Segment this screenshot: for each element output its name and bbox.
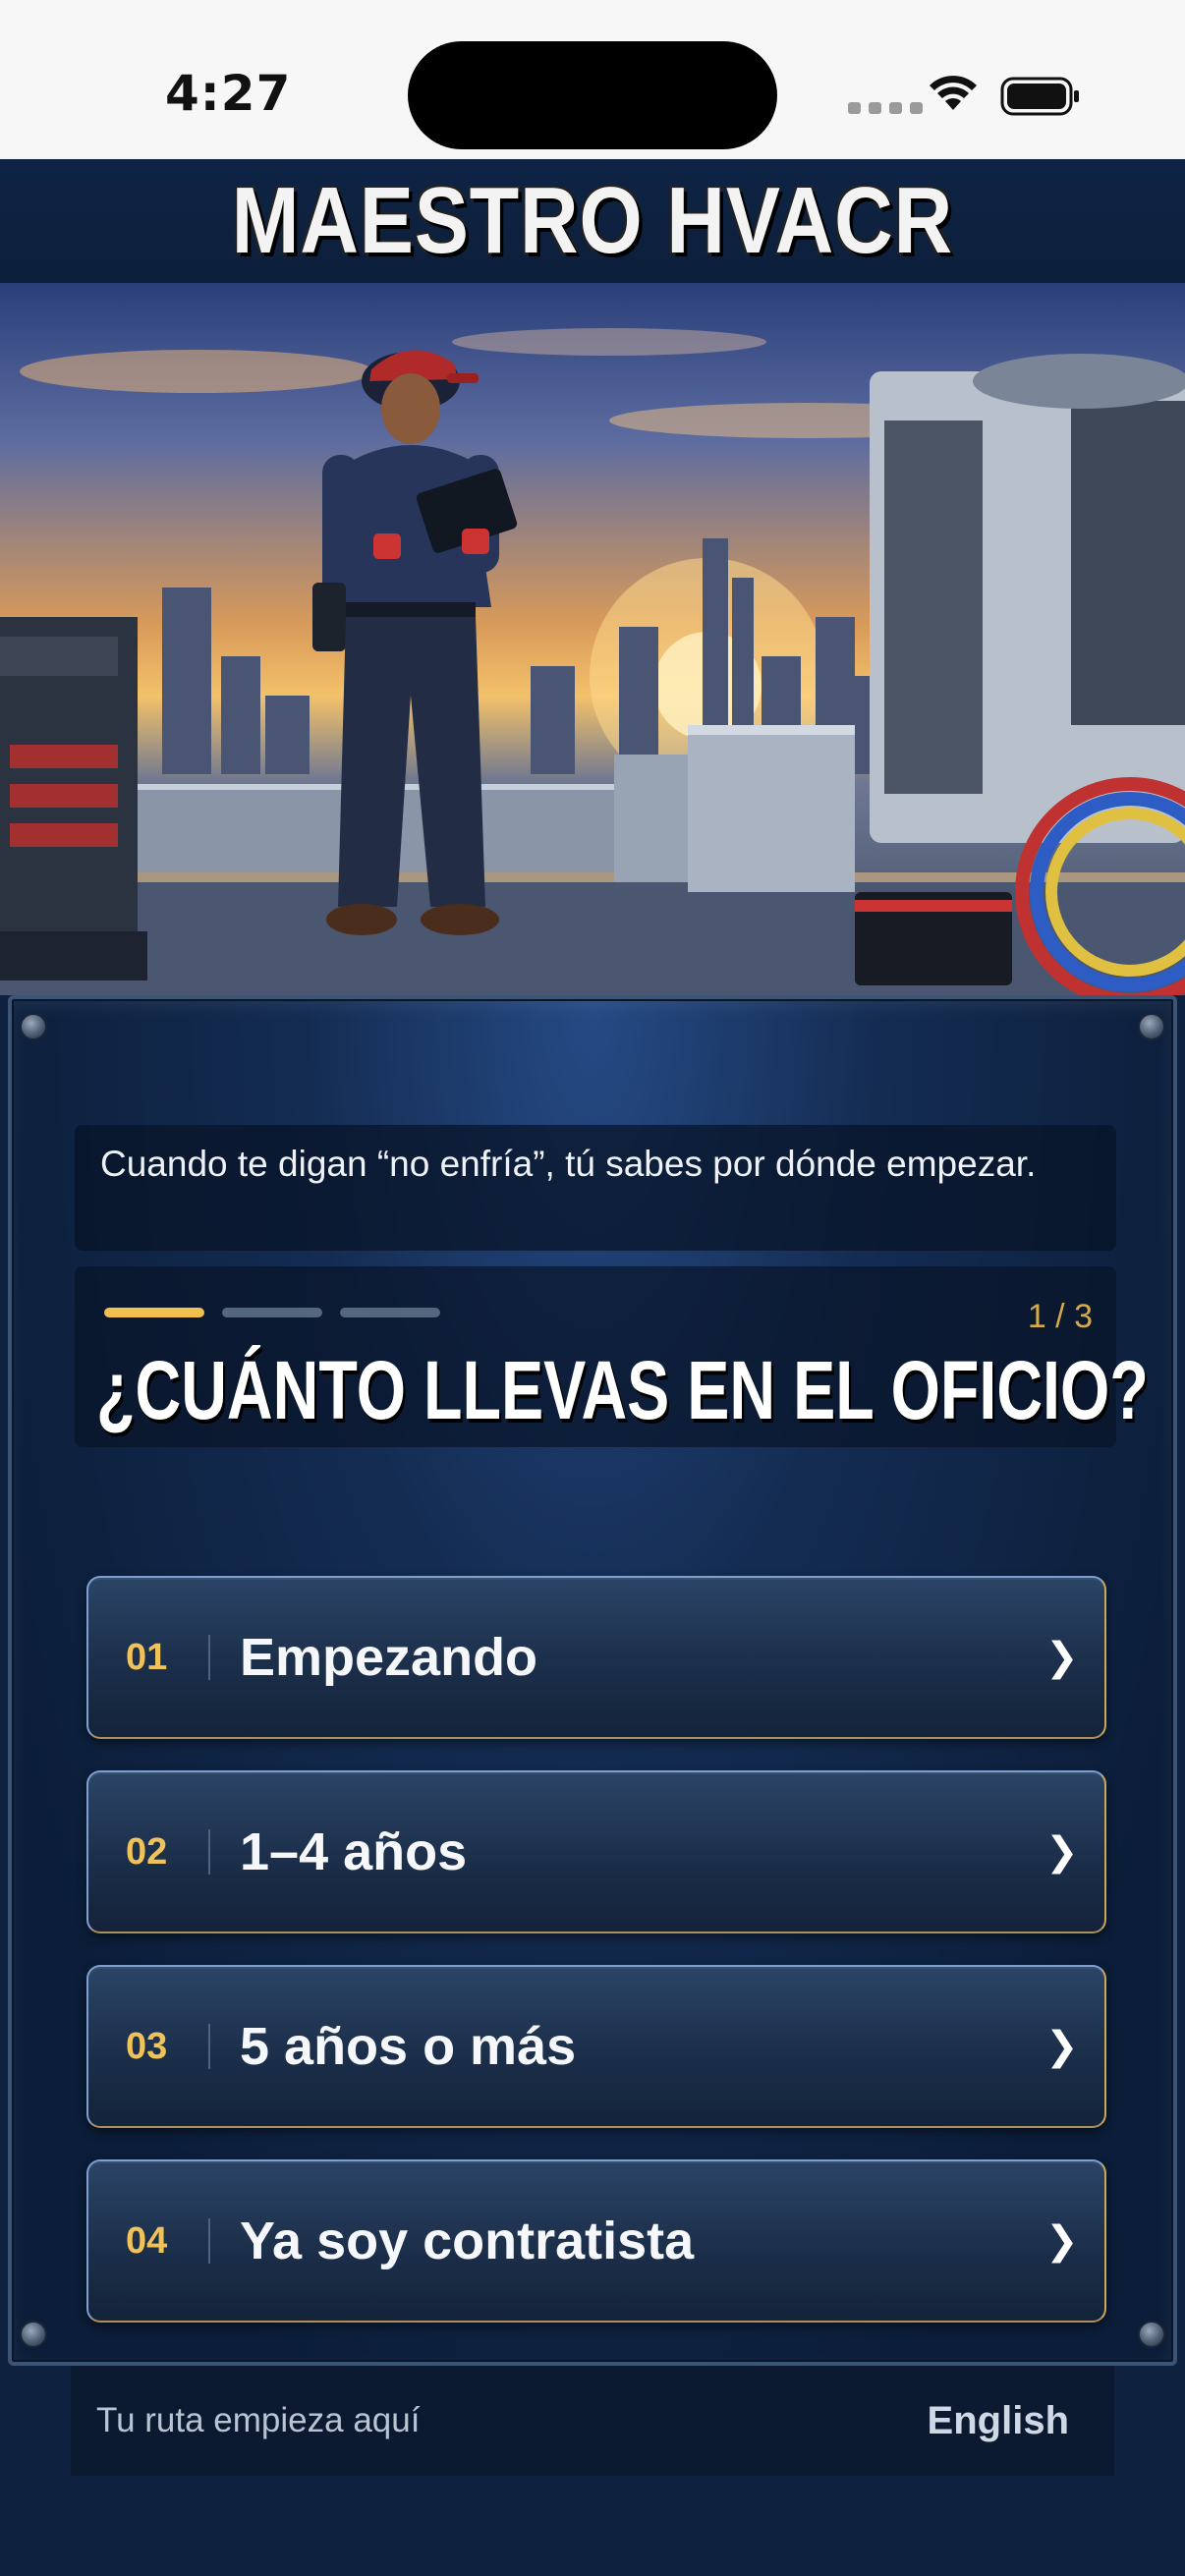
chevron-right-icon: ❯ (1045, 2024, 1079, 2069)
chevron-right-icon: ❯ (1045, 1635, 1079, 1680)
tagline-text: Cuando te digan “no enfría”, tú sabes po… (100, 1144, 1037, 1184)
footer-note: Tu ruta empieza aquí (96, 2401, 421, 2439)
option-number: 02 (126, 1830, 168, 1873)
hero-image (0, 283, 1185, 995)
rivet-icon (1138, 1013, 1165, 1040)
app-title: MAESTRO HVACR (231, 168, 954, 273)
tagline-card: Cuando te digan “no enfría”, tú sabes po… (75, 1125, 1116, 1251)
chevron-right-icon: ❯ (1045, 2218, 1079, 2264)
option-divider (208, 1635, 210, 1680)
option-divider (208, 2218, 210, 2264)
option-divider (208, 2024, 210, 2069)
footer-bar: Tu ruta empieza aquí English (71, 2366, 1114, 2476)
quiz-panel: Cuando te digan “no enfría”, tú sabes po… (8, 995, 1177, 2366)
option-button[interactable]: 04 Ya soy contratista ❯ (86, 2159, 1106, 2323)
option-number: 04 (126, 2219, 168, 2262)
progress-step-3 (340, 1308, 440, 1317)
option-label: Ya soy contratista (240, 2212, 695, 2270)
progress-step-2 (222, 1308, 322, 1317)
chevron-right-icon: ❯ (1045, 1829, 1079, 1875)
progress-indicator (104, 1308, 440, 1317)
question-title: ¿CUÁNTO LLEVAS EN EL OFICIO? (96, 1344, 1149, 1436)
option-number: 01 (126, 1636, 168, 1678)
option-label: Empezando (240, 1628, 538, 1687)
option-button[interactable]: 03 5 años o más ❯ (86, 1965, 1106, 2128)
status-bar: 4:27 (0, 0, 1185, 159)
cellular-signal-icon (848, 102, 923, 114)
question-card: 1 / 3 ¿CUÁNTO LLEVAS EN EL OFICIO? (75, 1266, 1149, 1447)
wifi-icon (930, 76, 977, 110)
option-button[interactable]: 02 1–4 años ❯ (86, 1770, 1106, 1933)
rivet-icon (20, 1013, 47, 1040)
app-header: MAESTRO HVACR (0, 159, 1185, 283)
option-number: 03 (126, 2025, 168, 2067)
option-label: 1–4 años (240, 1822, 468, 1881)
progress-step-1 (104, 1308, 204, 1317)
status-time: 4:27 (165, 65, 292, 122)
step-counter: 1 / 3 (1027, 1298, 1093, 1335)
dynamic-island (408, 41, 777, 149)
battery-icon (1000, 77, 1079, 116)
language-switch-link[interactable]: English (928, 2399, 1069, 2443)
option-button[interactable]: 01 Empezando ❯ (86, 1576, 1106, 1739)
rivet-icon (1138, 2321, 1165, 2348)
rivet-icon (20, 2321, 47, 2348)
option-label: 5 años o más (240, 2017, 577, 2076)
option-divider (208, 1829, 210, 1875)
